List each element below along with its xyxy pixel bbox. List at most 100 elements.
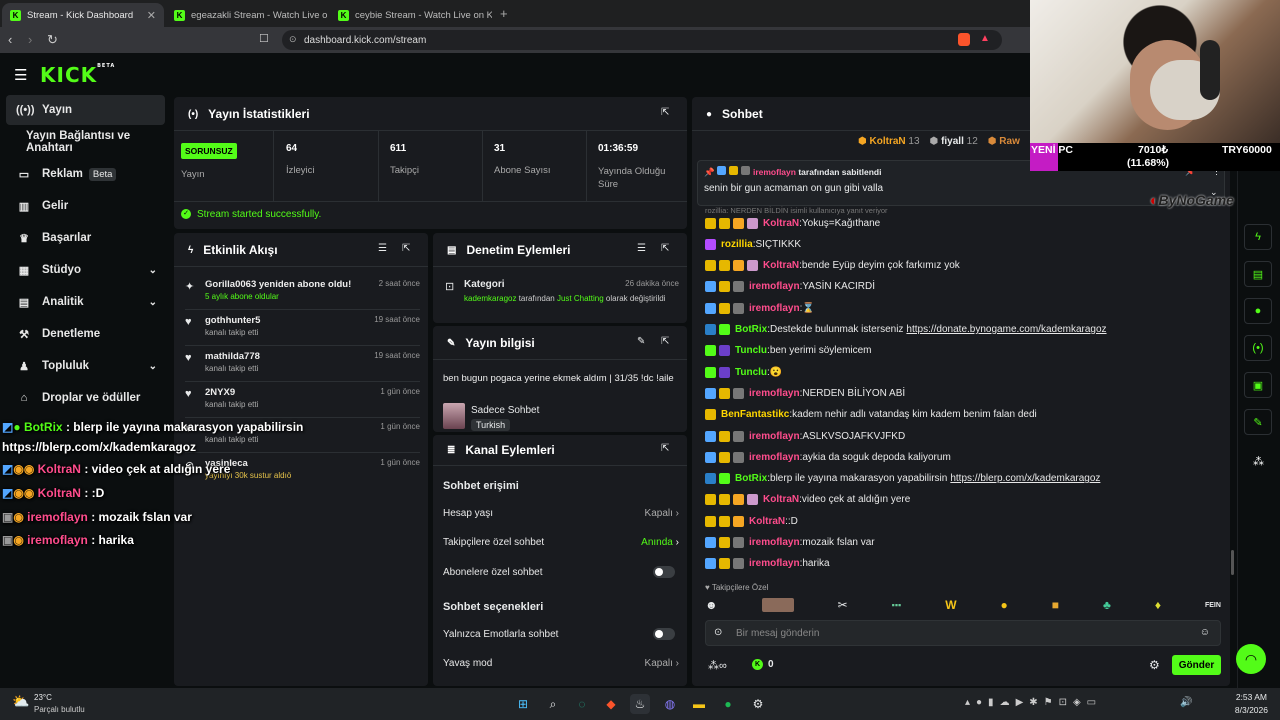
chat-settings-icon[interactable]: ⚙	[1149, 658, 1160, 672]
popout-icon[interactable]: ⇱	[661, 243, 669, 254]
emote-icon[interactable]: ✂	[838, 598, 848, 612]
volume-icon[interactable]: 🔊	[1180, 697, 1192, 708]
app-icon[interactable]: ⚙	[748, 694, 768, 714]
steam-icon[interactable]: ♨	[630, 694, 650, 714]
chat-scrollbar[interactable]	[1231, 550, 1234, 575]
sidebar-item-reklam[interactable]: ▭ Reklam Beta	[6, 159, 165, 189]
chat-username[interactable]: BotRix	[735, 324, 767, 335]
sidebar-item-stream-key[interactable]: Yayın Bağlantısı ve Anahtarı	[16, 127, 175, 157]
spotify-icon[interactable]: ●	[718, 694, 738, 714]
filter-icon[interactable]: ☰	[637, 243, 646, 254]
chat-username[interactable]: BotRix	[735, 473, 767, 484]
browser-tab[interactable]: Kceybie Stream - Watch Live on K✕	[330, 3, 492, 27]
chat-username[interactable]: Tunclu	[735, 345, 767, 356]
sidebar-item-basarilar[interactable]: ♛ Başarılar	[6, 223, 165, 253]
subs-only-toggle[interactable]	[653, 566, 675, 578]
chat-username[interactable]: BenFantastikc	[721, 409, 789, 420]
sidebar-item-yayin[interactable]: ((•)) Yayın	[6, 95, 165, 125]
edit-icon[interactable]: ✎	[637, 336, 645, 347]
sidebar-item-analitik[interactable]: ▤ Analitik ⌄	[6, 287, 165, 317]
chat-username[interactable]: KoltraN	[763, 494, 799, 505]
chat-username[interactable]: iremoflayn	[749, 281, 800, 292]
setting-slow-mode[interactable]: Yavaş mod Kapalı ›	[443, 658, 679, 678]
quick-action-icon[interactable]: ϟ	[1244, 224, 1272, 250]
chat-username[interactable]: iremoflayn	[749, 452, 800, 463]
chat-username[interactable]: iremoflayn	[749, 303, 800, 314]
popout-icon[interactable]: ⇱	[661, 107, 669, 118]
system-tray-icons[interactable]: ▴●▮☁▶✱⚑⊡◈▭	[965, 697, 1102, 708]
chat-input[interactable]: ⊙ Bir mesaj gönderin ☺	[705, 620, 1221, 646]
chat-icon[interactable]: ●	[1244, 298, 1272, 324]
brave-shield-icon[interactable]	[958, 33, 970, 46]
discord-icon[interactable]: ◍	[660, 694, 680, 714]
popout-icon[interactable]: ⇱	[661, 443, 669, 454]
sidebar-item-topluluk[interactable]: ♟ Topluluk ⌄	[6, 351, 165, 381]
emote-only-toggle[interactable]	[653, 628, 675, 640]
sidebar-item-denetleme[interactable]: ⚒ Denetleme	[6, 319, 165, 349]
chat-link[interactable]: https://blerp.com/x/kademkaragoz	[950, 473, 1100, 484]
brave-icon[interactable]: ◆	[601, 694, 621, 714]
browser-tab[interactable]: Kegeazakli Stream - Watch Live on✕	[166, 3, 328, 27]
emote-icon[interactable]: ■	[1052, 598, 1059, 612]
setting-followers-only[interactable]: Takipçilere özel sohbet Anında ›	[443, 537, 679, 557]
chat-username[interactable]: Tunclu	[735, 367, 767, 378]
chat-user-icon[interactable]: ⊙	[714, 627, 722, 638]
sidebar-item-gelir[interactable]: ▥ Gelir	[6, 191, 165, 221]
setting-account-age[interactable]: Hesap yaşı Kapalı ›	[443, 508, 679, 528]
weather-icon[interactable]: ⛅	[12, 693, 29, 710]
emote-icon[interactable]: ▪▪▪	[892, 600, 902, 610]
send-button[interactable]: Gönder	[1172, 655, 1221, 675]
broadcast-icon[interactable]: (•)	[1244, 335, 1272, 361]
windows-start-icon[interactable]: ⊞	[513, 694, 533, 714]
sidebar-item-droplar[interactable]: ⌂ Droplar ve ödüller	[6, 383, 165, 413]
chat-username[interactable]: KoltraN	[749, 516, 785, 527]
chat-username[interactable]: KoltraN	[763, 260, 799, 271]
close-icon[interactable]: ✕	[147, 9, 156, 22]
emote-icon[interactable]: W	[945, 598, 956, 612]
search-icon[interactable]: ⌕	[543, 694, 563, 714]
emote-icon[interactable]: ☻	[705, 598, 718, 612]
reload-icon[interactable]: ↻	[47, 32, 58, 48]
community-icon[interactable]: ⁂	[1253, 455, 1264, 468]
chat-username[interactable]: iremoflayn	[749, 388, 800, 399]
emote-icon[interactable]: ♦	[1155, 598, 1161, 612]
site-info-icon[interactable]: ⊙	[289, 34, 297, 45]
back-icon[interactable]: ‹	[8, 32, 12, 47]
top-gifter[interactable]: ⬢ KoltraN 13	[858, 136, 920, 147]
rewards-icon[interactable]: ▲	[980, 33, 990, 44]
support-icon[interactable]: ◠	[1236, 644, 1266, 674]
emote-icon[interactable]: ●	[1001, 598, 1008, 612]
forward-icon[interactable]: ›	[28, 32, 32, 47]
top-gifter[interactable]: ⬢ fiyall 12	[930, 136, 978, 147]
folder-icon[interactable]: ▬	[689, 694, 709, 714]
chat-username[interactable]: iremoflayn	[749, 537, 800, 548]
emote-icon[interactable]: FEIN	[1205, 602, 1221, 609]
emote-icon[interactable]	[761, 598, 794, 612]
layout-icon[interactable]: ▣	[1244, 372, 1272, 398]
notes-icon[interactable]: ▤	[1244, 261, 1272, 287]
kick-logo[interactable]: KICKBETA	[40, 63, 115, 87]
filter-icon[interactable]: ☰	[378, 243, 387, 254]
app-icon[interactable]: ◌	[572, 694, 592, 714]
chat-username[interactable]: KoltraN	[763, 218, 799, 229]
new-tab-icon[interactable]: +	[500, 6, 508, 21]
chat-link[interactable]: https://donate.bynogame.com/kademkaragoz	[906, 324, 1106, 335]
community-points-icon[interactable]: ⁂∞	[708, 659, 727, 672]
chat-username[interactable]: iremoflayn	[749, 431, 800, 442]
bookmark-icon[interactable]: ☐	[259, 32, 269, 45]
moderation-category[interactable]: Just Chatting	[557, 294, 604, 303]
wrench-icon[interactable]: ✎	[1244, 409, 1272, 435]
popout-icon[interactable]: ⇱	[661, 336, 669, 347]
top-gifter[interactable]: ⬢ Raw	[988, 136, 1020, 147]
setting-subs-only[interactable]: Abonelere özel sohbet	[443, 566, 679, 587]
setting-emote-only[interactable]: Yalnızca Emotlarla sohbet	[443, 628, 679, 649]
url-field[interactable]: ⊙ dashboard.kick.com/stream	[282, 30, 1002, 50]
emoji-icon[interactable]: ☺	[1200, 627, 1210, 638]
emote-icon[interactable]: ♣	[1103, 598, 1111, 612]
chat-username[interactable]: iremoflayn	[749, 558, 800, 569]
chat-username[interactable]: rozillia	[721, 239, 753, 250]
sidebar-item-studyo[interactable]: ▦ Stüdyo ⌄	[6, 255, 165, 285]
menu-icon[interactable]: ☰	[14, 66, 27, 84]
moderation-user[interactable]: kademkaragoz	[464, 294, 516, 303]
browser-tab[interactable]: K Stream - Kick Dashboard ✕	[2, 3, 164, 27]
